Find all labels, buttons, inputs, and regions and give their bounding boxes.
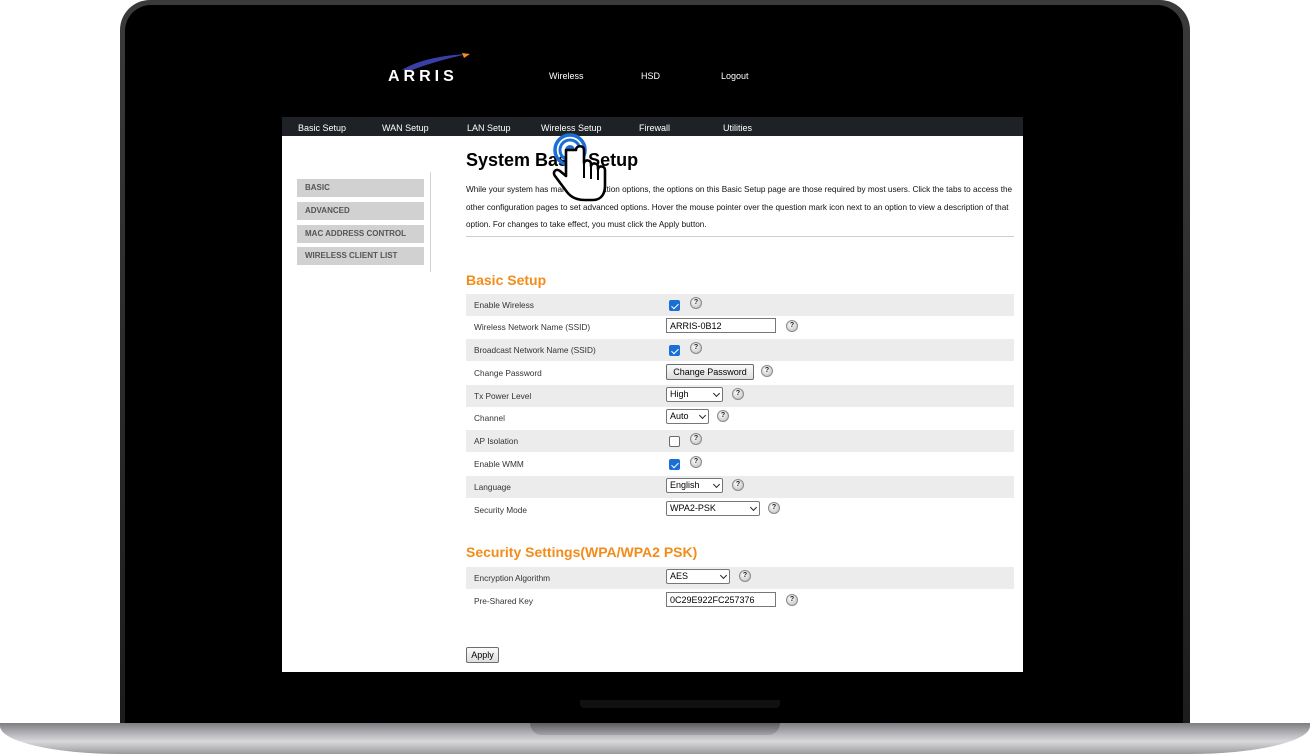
sidebar-item-wireless-client-list[interactable]: WIRELESS CLIENT LIST [297, 247, 424, 265]
enable-wmm-label: Enable WMM [474, 459, 524, 469]
tx-power-label: Tx Power Level [474, 391, 532, 401]
sidebar-divider [430, 172, 431, 272]
tab-basic-setup[interactable]: Basic Setup [298, 123, 346, 133]
question-mark-icon[interactable]: ? [786, 320, 798, 332]
language-select[interactable]: English [666, 478, 723, 493]
chevron-down-icon [712, 389, 721, 398]
broadcast-ssid-label: Broadcast Network Name (SSID) [474, 345, 596, 355]
logo-text: ARRIS [388, 68, 458, 85]
tab-utilities[interactable]: Utilities [723, 123, 752, 133]
encryption-value: AES [670, 571, 689, 581]
language-label: Language [474, 482, 511, 492]
question-mark-icon[interactable]: ? [690, 342, 702, 354]
ap-isolation-label: AP Isolation [474, 436, 519, 446]
row-encryption: Encryption Algorithm AES ? [466, 567, 1014, 589]
hand-pointer-icon [552, 133, 607, 202]
content-panel: BASIC ADVANCED MAC ADDRESS CONTROL WIREL… [282, 136, 1023, 672]
language-value: English [670, 480, 700, 490]
row-security-mode: Security Mode WPA2-PSK ? [466, 499, 1014, 521]
psk-input[interactable]: 0C29E922FC257376 [666, 592, 776, 607]
tab-bar: Basic Setup WAN Setup LAN Setup Wireless… [282, 117, 1023, 136]
enable-wmm-checkbox[interactable] [669, 459, 680, 470]
change-password-button[interactable]: Change Password [666, 364, 754, 380]
row-tx-power: Tx Power Level High ? [466, 385, 1014, 407]
chevron-down-icon [712, 480, 721, 489]
row-broadcast-ssid: Broadcast Network Name (SSID) ? [466, 339, 1014, 361]
sidebar-item-basic[interactable]: BASIC [297, 179, 424, 197]
row-enable-wmm: Enable WMM ? [466, 453, 1014, 475]
question-mark-icon[interactable]: ? [739, 570, 751, 582]
row-channel: Channel Auto ? [466, 407, 1014, 429]
question-mark-icon[interactable]: ? [786, 594, 798, 606]
enable-wireless-checkbox[interactable] [669, 300, 680, 311]
security-settings-heading: Security Settings(WPA/WPA2 PSK) [466, 544, 698, 560]
change-password-label: Change Password [474, 368, 542, 378]
topnav-logout[interactable]: Logout [721, 71, 749, 81]
row-enable-wireless: Enable Wireless ? [466, 294, 1014, 316]
laptop-hinge [530, 723, 780, 735]
sidebar-item-advanced[interactable]: ADVANCED [297, 202, 424, 220]
channel-select[interactable]: Auto [666, 409, 709, 424]
tx-power-value: High [670, 389, 689, 399]
topnav-hsd[interactable]: HSD [641, 71, 660, 81]
topnav-wireless[interactable]: Wireless [549, 71, 584, 81]
ssid-label: Wireless Network Name (SSID) [474, 322, 591, 332]
divider [466, 236, 1014, 237]
question-mark-icon[interactable]: ? [690, 456, 702, 468]
security-mode-select[interactable]: WPA2-PSK [666, 501, 760, 516]
question-mark-icon[interactable]: ? [690, 433, 702, 445]
chevron-down-icon [749, 503, 758, 512]
row-ap-isolation: AP Isolation ? [466, 430, 1014, 452]
row-language: Language English ? [466, 476, 1014, 498]
question-mark-icon[interactable]: ? [690, 297, 702, 309]
enable-wireless-label: Enable Wireless [474, 300, 534, 310]
ap-isolation-checkbox[interactable] [669, 436, 680, 447]
apply-button[interactable]: Apply [466, 647, 499, 663]
encryption-label: Encryption Algorithm [474, 573, 551, 583]
ssid-input[interactable]: ARRIS-0B12 [666, 318, 776, 333]
row-change-password: Change Password Change Password ? [466, 362, 1014, 384]
row-ssid: Wireless Network Name (SSID) ARRIS-0B12 … [466, 316, 1014, 338]
question-mark-icon[interactable]: ? [732, 479, 744, 491]
question-mark-icon[interactable]: ? [761, 365, 773, 377]
chevron-down-icon [719, 571, 728, 580]
question-mark-icon[interactable]: ? [717, 410, 729, 422]
tab-firewall[interactable]: Firewall [639, 123, 670, 133]
basic-setup-heading: Basic Setup [466, 272, 547, 288]
question-mark-icon[interactable]: ? [768, 502, 780, 514]
tab-wan-setup[interactable]: WAN Setup [382, 123, 429, 133]
security-mode-value: WPA2-PSK [670, 503, 716, 513]
security-mode-label: Security Mode [474, 505, 528, 515]
psk-label: Pre-Shared Key [474, 596, 534, 606]
tab-lan-setup[interactable]: LAN Setup [467, 123, 511, 133]
row-psk: Pre-Shared Key 0C29E922FC257376 ? [466, 590, 1014, 612]
sidebar-item-mac-address-control[interactable]: MAC ADDRESS CONTROL [297, 225, 424, 243]
chevron-down-icon [698, 411, 707, 420]
channel-label: Channel [474, 413, 505, 423]
broadcast-ssid-checkbox[interactable] [669, 345, 680, 356]
laptop-notch [580, 700, 780, 708]
encryption-select[interactable]: AES [666, 569, 730, 584]
question-mark-icon[interactable]: ? [732, 388, 744, 400]
channel-value: Auto [670, 411, 689, 421]
tx-power-select[interactable]: High [666, 387, 723, 402]
arris-logo: ARRIS [388, 52, 472, 86]
